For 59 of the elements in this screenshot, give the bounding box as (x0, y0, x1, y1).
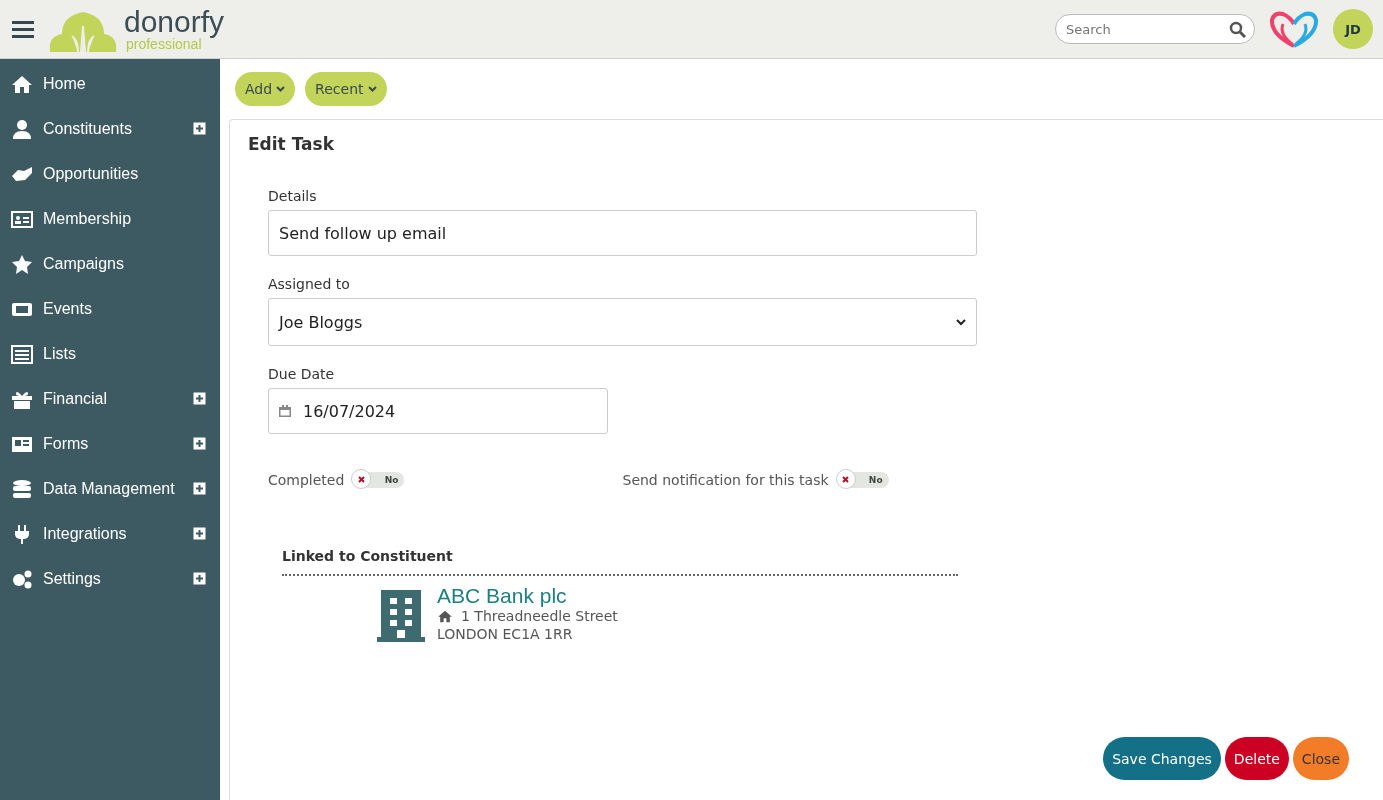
building-icon (377, 588, 425, 642)
search-field[interactable]: Search (1055, 14, 1255, 44)
person-icon (11, 118, 33, 139)
dropdown-button[interactable]: Add (235, 72, 296, 106)
sidebar-item[interactable]: Forms (0, 421, 220, 466)
constituent-link[interactable]: ABC Bank plc (437, 584, 618, 608)
sidebar-item[interactable]: Integrations (0, 511, 220, 556)
toggle-switch[interactable]: No (352, 472, 405, 488)
field-label: Due Date (268, 366, 336, 382)
field-label: Details (268, 188, 318, 204)
star-icon (11, 253, 33, 274)
details-field[interactable]: Send follow up email (268, 210, 977, 256)
sidebar-item[interactable]: Data Management (0, 466, 220, 511)
assigned-to-select[interactable]: Joe Bloggs (268, 298, 977, 346)
calendar-icon (279, 405, 291, 417)
sidebar-item[interactable]: Lists (0, 331, 220, 376)
expand-icon[interactable] (193, 392, 206, 405)
expand-icon[interactable] (193, 527, 206, 540)
toggle-label: Completed (268, 472, 345, 488)
sidebar-item[interactable]: Events (0, 286, 220, 331)
toggle-switch[interactable]: No (836, 472, 889, 488)
home-icon (437, 609, 453, 623)
action-button[interactable]: Save Changes (1103, 737, 1221, 780)
caret-icon (276, 86, 286, 92)
field-label: Assigned to (268, 276, 351, 292)
address-line: LONDON EC1A 1RR (437, 626, 574, 642)
sidebar-item[interactable]: Settings (0, 556, 220, 601)
expand-icon[interactable] (193, 437, 206, 450)
id-card-icon (11, 208, 33, 229)
logo-tagline: professional (126, 37, 202, 51)
expand-icon[interactable] (193, 482, 206, 495)
dropdown-button[interactable]: Recent (305, 72, 387, 106)
sidebar-item[interactable]: Membership (0, 196, 220, 241)
section-heading: Linked to Constituent (282, 548, 958, 576)
search-icon[interactable] (1229, 21, 1246, 38)
expand-icon[interactable] (193, 122, 206, 135)
sidebar-item[interactable]: Opportunities (0, 151, 220, 196)
sidebar-item[interactable]: Constituents (0, 106, 220, 151)
toggle-label: Send notification for this task (622, 472, 829, 488)
cross-icon (842, 475, 850, 483)
heart-hands-icon[interactable] (1269, 10, 1319, 48)
cross-icon (357, 475, 365, 483)
expand-icon[interactable] (193, 572, 206, 585)
action-button[interactable]: Delete (1224, 737, 1289, 780)
sidebar-item[interactable]: Financial (0, 376, 220, 421)
sidebar-item[interactable]: Home (0, 61, 220, 106)
sidebar-item[interactable]: Campaigns (0, 241, 220, 286)
home-icon (11, 73, 33, 94)
action-button[interactable]: Close (1292, 737, 1349, 780)
list-icon (11, 343, 33, 364)
chevron-down-icon (956, 318, 966, 326)
user-avatar[interactable]: JD (1333, 9, 1373, 49)
database-icon (11, 478, 33, 499)
panel-title: Edit Task (248, 134, 335, 154)
menu-icon[interactable] (12, 20, 34, 38)
due-date-field[interactable]: 16/07/2024 (268, 388, 608, 434)
logo-wordmark: donorfy (124, 7, 225, 37)
address-line: 1 Threadneedle Street (461, 608, 618, 624)
caret-icon (367, 86, 377, 92)
